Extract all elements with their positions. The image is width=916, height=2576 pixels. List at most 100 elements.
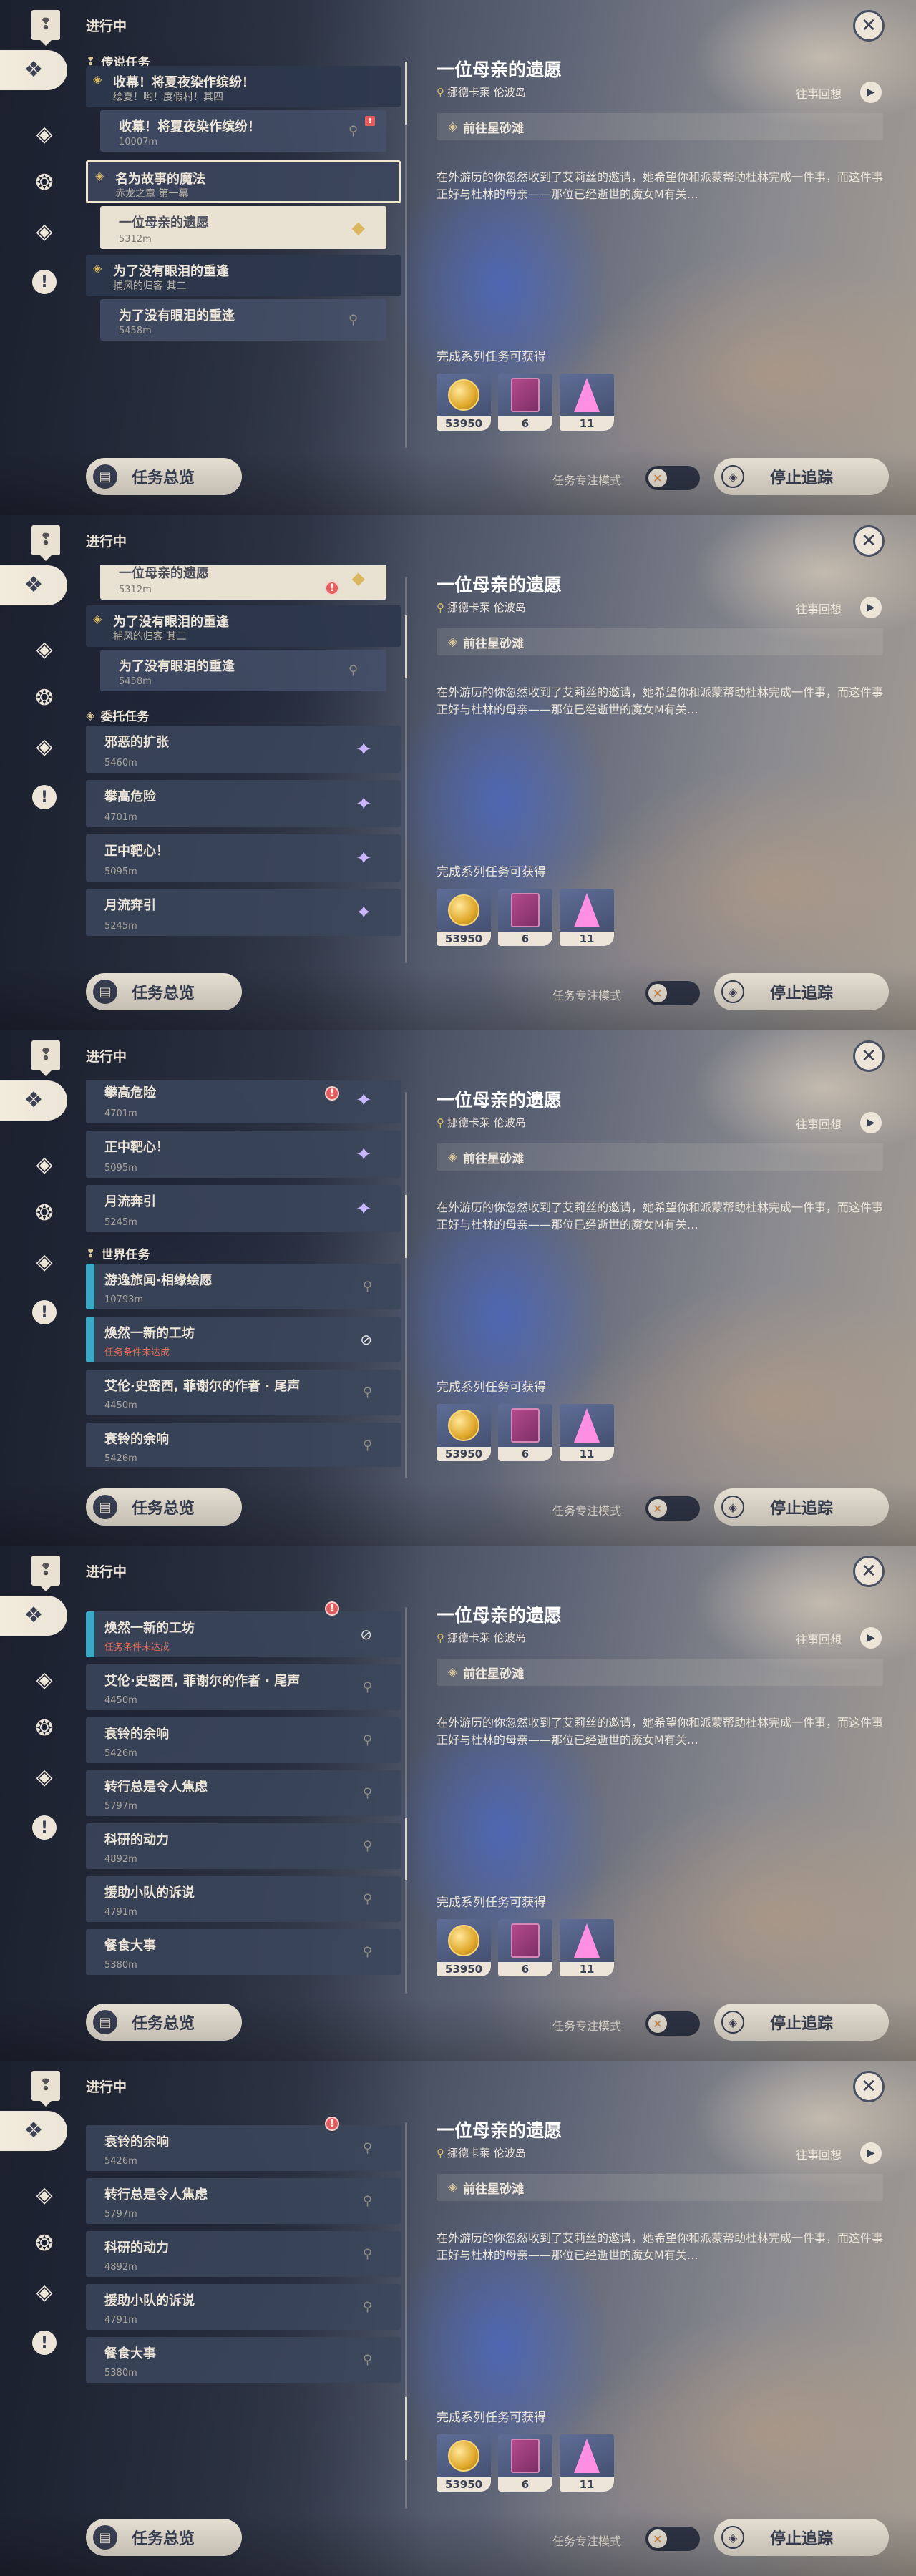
quest-list[interactable]: 攀高危险 4701m ✦ 正中靶心！ 5095m ✦ 月流奔引 5245m ✦ ❢ 世界任务 游逸旅闻… <box>86 1080 401 1467</box>
map-pin-icon[interactable]: ⚲ <box>363 1945 372 1960</box>
tracking-diamond-icon[interactable]: ◆ <box>352 218 365 238</box>
map-pin-icon[interactable]: ⚲ <box>349 663 358 678</box>
close-button[interactable]: ✕ <box>853 10 885 42</box>
rail-all-quests-button[interactable]: ❖ <box>0 565 67 605</box>
rail-archon-quest-button[interactable]: ◈ <box>29 1664 60 1696</box>
reward-primogem[interactable]: 11 <box>560 889 614 946</box>
review-play-button[interactable]: ▶ <box>860 2142 882 2164</box>
rail-exclamation-quest-button[interactable]: ! <box>29 2327 60 2358</box>
reward-hero-wit-book[interactable]: 6 <box>498 374 552 431</box>
quest-list[interactable]: ❢ 传说任务 ◈ 收幕！将夏夜染作缤纷！ 绘夏！哟！度假村！其四 收幕！将夏夜染作缤纷！ 1… <box>86 50 401 436</box>
quest-overview-button[interactable]: ▤ 任务总览 <box>86 458 242 495</box>
commission-star-icon[interactable]: ✦ <box>356 1143 372 1166</box>
commission-star-icon[interactable]: ✦ <box>356 1088 372 1112</box>
quest-item-bell[interactable]: 衰铃的余响 5426m ⚲ <box>86 1717 401 1763</box>
rail-all-quests-button[interactable]: ❖ <box>0 1596 67 1636</box>
rail-exclamation-quest-button[interactable]: ! <box>29 781 60 813</box>
quest-list[interactable]: 焕然一新的工坊 任务条件未达成 ⊘ 艾伦·史密西, 菲谢尔的作者 · 尾声 4450m ⚲… <box>86 1596 401 1982</box>
quest-item-lawsuit[interactable]: 援助小队的诉说 4791m ⚲ <box>86 1876 401 1922</box>
rail-story-quest-button[interactable]: ❂ <box>29 167 60 199</box>
rail-world-quest-button[interactable]: ◈ <box>29 2277 60 2308</box>
quest-list[interactable]: 衰铃的余响 5426m ⚲ 转行总是令人焦虑 5797m ⚲ 科研的动力 4892m ⚲ 援助小队… <box>86 2111 401 2497</box>
review-play-button[interactable]: ▶ <box>860 597 882 618</box>
map-pin-icon[interactable]: ⚲ <box>363 1839 372 1854</box>
quest-item-travel[interactable]: 游逸旅闻·相缘绘愿 10793m ⚲ <box>86 1264 401 1309</box>
quest-item-bell[interactable]: 衰铃的余响 5426m ⚲ <box>86 2125 401 2171</box>
quest-item-research[interactable]: 科研的动力 4892m ⚲ <box>86 2231 401 2277</box>
locked-icon[interactable]: ⊘ <box>360 1331 372 1348</box>
map-pin-icon[interactable]: ⚲ <box>363 1733 372 1748</box>
commission-star-icon[interactable]: ✦ <box>356 792 372 816</box>
quest-item-alan[interactable]: 艾伦·史密西, 菲谢尔的作者 · 尾声 4450m ⚲ <box>86 1664 401 1710</box>
quest-item-tears_parent[interactable]: ◈ 为了没有眼泪的重逢 捕风的归客 其二 <box>86 605 401 647</box>
reward-hero-wit-book[interactable]: 6 <box>498 889 552 946</box>
reward-mora[interactable]: 53950 <box>437 374 491 431</box>
map-pin-icon[interactable]: ⚲ <box>363 2141 372 2156</box>
map-pin-icon[interactable]: ⚲ <box>363 1786 372 1801</box>
quest-item-lawsuit[interactable]: 援助小队的诉说 4791m ⚲ <box>86 2284 401 2330</box>
commission-star-icon[interactable]: ✦ <box>356 738 372 761</box>
rail-all-quests-button[interactable]: ❖ <box>0 50 67 90</box>
quest-list-scrollbar[interactable] <box>405 1607 407 1994</box>
map-pin-icon[interactable]: ⚲ <box>349 313 358 328</box>
rail-archon-quest-button[interactable]: ◈ <box>29 119 60 150</box>
quest-item-bullseye[interactable]: 正中靶心！ 5095m ✦ <box>86 834 401 882</box>
rail-archon-quest-button[interactable]: ◈ <box>29 1149 60 1181</box>
reward-mora[interactable]: 53950 <box>437 1919 491 1976</box>
rail-story-quest-button[interactable]: ❂ <box>29 1198 60 1229</box>
rail-world-quest-button[interactable]: ◈ <box>29 216 60 248</box>
reward-hero-wit-book[interactable]: 6 <box>498 2434 552 2492</box>
quest-item-climb[interactable]: 攀高危险 4701m ✦ <box>86 780 401 827</box>
quest-item-summer_child[interactable]: 收幕！将夏夜染作缤纷！ 10007m ⚲! <box>100 110 386 152</box>
review-play-button[interactable]: ▶ <box>860 1627 882 1649</box>
scrollbar-thumb[interactable] <box>405 615 407 678</box>
focus-mode-toggle[interactable]: ✕ <box>645 981 700 1005</box>
focus-mode-toggle[interactable]: ✕ <box>645 466 700 490</box>
locked-icon[interactable]: ⊘ <box>360 1626 372 1643</box>
map-pin-icon[interactable]: ⚲ <box>363 1892 372 1907</box>
quest-overview-button[interactable]: ▤ 任务总览 <box>86 2519 242 2556</box>
rail-all-quests-button[interactable]: ❖ <box>0 2111 67 2151</box>
rail-story-quest-button[interactable]: ❂ <box>29 1713 60 1745</box>
quest-item-moon[interactable]: 月流奔引 5245m ✦ <box>86 1185 401 1232</box>
quest-item-food[interactable]: 餐食大事 5380m ⚲ <box>86 2337 401 2383</box>
close-button[interactable]: ✕ <box>853 1556 885 1587</box>
reward-primogem[interactable]: 11 <box>560 1919 614 1976</box>
quest-item-evil[interactable]: 邪恶的扩张 5460m ✦ <box>86 726 401 773</box>
close-button[interactable]: ✕ <box>853 2071 885 2102</box>
quest-item-magic_parent[interactable]: ◈ 名为故事的魔法 赤龙之章 第一幕 <box>86 160 401 203</box>
quest-item-mother_child[interactable]: 一位母亲的遗愿 5312m ◆ <box>100 565 386 600</box>
commission-star-icon[interactable]: ✦ <box>356 1197 372 1221</box>
commission-star-icon[interactable]: ✦ <box>356 847 372 870</box>
quest-item-workshop[interactable]: 焕然一新的工坊 任务条件未达成 ⊘ <box>86 1317 401 1362</box>
reward-mora[interactable]: 53950 <box>437 1404 491 1461</box>
quest-ribbon-tab[interactable]: ❢ <box>31 1556 60 1591</box>
rail-story-quest-button[interactable]: ❂ <box>29 2228 60 2260</box>
quest-list-scrollbar[interactable] <box>405 1092 407 1478</box>
quest-item-climb[interactable]: 攀高危险 4701m ✦ <box>86 1080 401 1123</box>
review-play-button[interactable]: ▶ <box>860 82 882 103</box>
scrollbar-thumb[interactable] <box>405 1818 407 1880</box>
rail-world-quest-button[interactable]: ◈ <box>29 1246 60 1278</box>
map-pin-icon[interactable]: ⚲ <box>363 2247 372 2262</box>
map-pin-icon[interactable]: ⚲ <box>363 1680 372 1695</box>
quest-item-summer_parent[interactable]: ◈ 收幕！将夏夜染作缤纷！ 绘夏！哟！度假村！其四 <box>86 66 401 107</box>
quest-ribbon-tab[interactable]: ❢ <box>31 2071 60 2107</box>
stop-tracking-button[interactable]: ◈ 停止追踪 <box>714 973 889 1010</box>
focus-mode-toggle[interactable]: ✕ <box>645 1496 700 1521</box>
quest-overview-button[interactable]: ▤ 任务总览 <box>86 1488 242 1526</box>
map-pin-icon[interactable]: ⚲ <box>349 124 358 139</box>
quest-item-research[interactable]: 科研的动力 4892m ⚲ <box>86 1823 401 1869</box>
quest-item-bell[interactable]: 衰铃的余响 5426m ⚲ <box>86 1423 401 1467</box>
stop-tracking-button[interactable]: ◈ 停止追踪 <box>714 2004 889 2041</box>
close-button[interactable]: ✕ <box>853 525 885 557</box>
quest-item-mind[interactable]: 转行总是令人焦虑 5797m ⚲ <box>86 2178 401 2224</box>
rail-archon-quest-button[interactable]: ◈ <box>29 2180 60 2211</box>
close-button[interactable]: ✕ <box>853 1040 885 1072</box>
quest-item-workshop[interactable]: 焕然一新的工坊 任务条件未达成 ⊘ <box>86 1611 401 1657</box>
map-pin-icon[interactable]: ⚲ <box>363 2194 372 2209</box>
rail-world-quest-button[interactable]: ◈ <box>29 731 60 763</box>
quest-ribbon-tab[interactable]: ❢ <box>31 10 60 46</box>
quest-item-food[interactable]: 餐食大事 5380m ⚲ <box>86 1929 401 1975</box>
rail-exclamation-quest-button[interactable]: ! <box>29 1297 60 1328</box>
